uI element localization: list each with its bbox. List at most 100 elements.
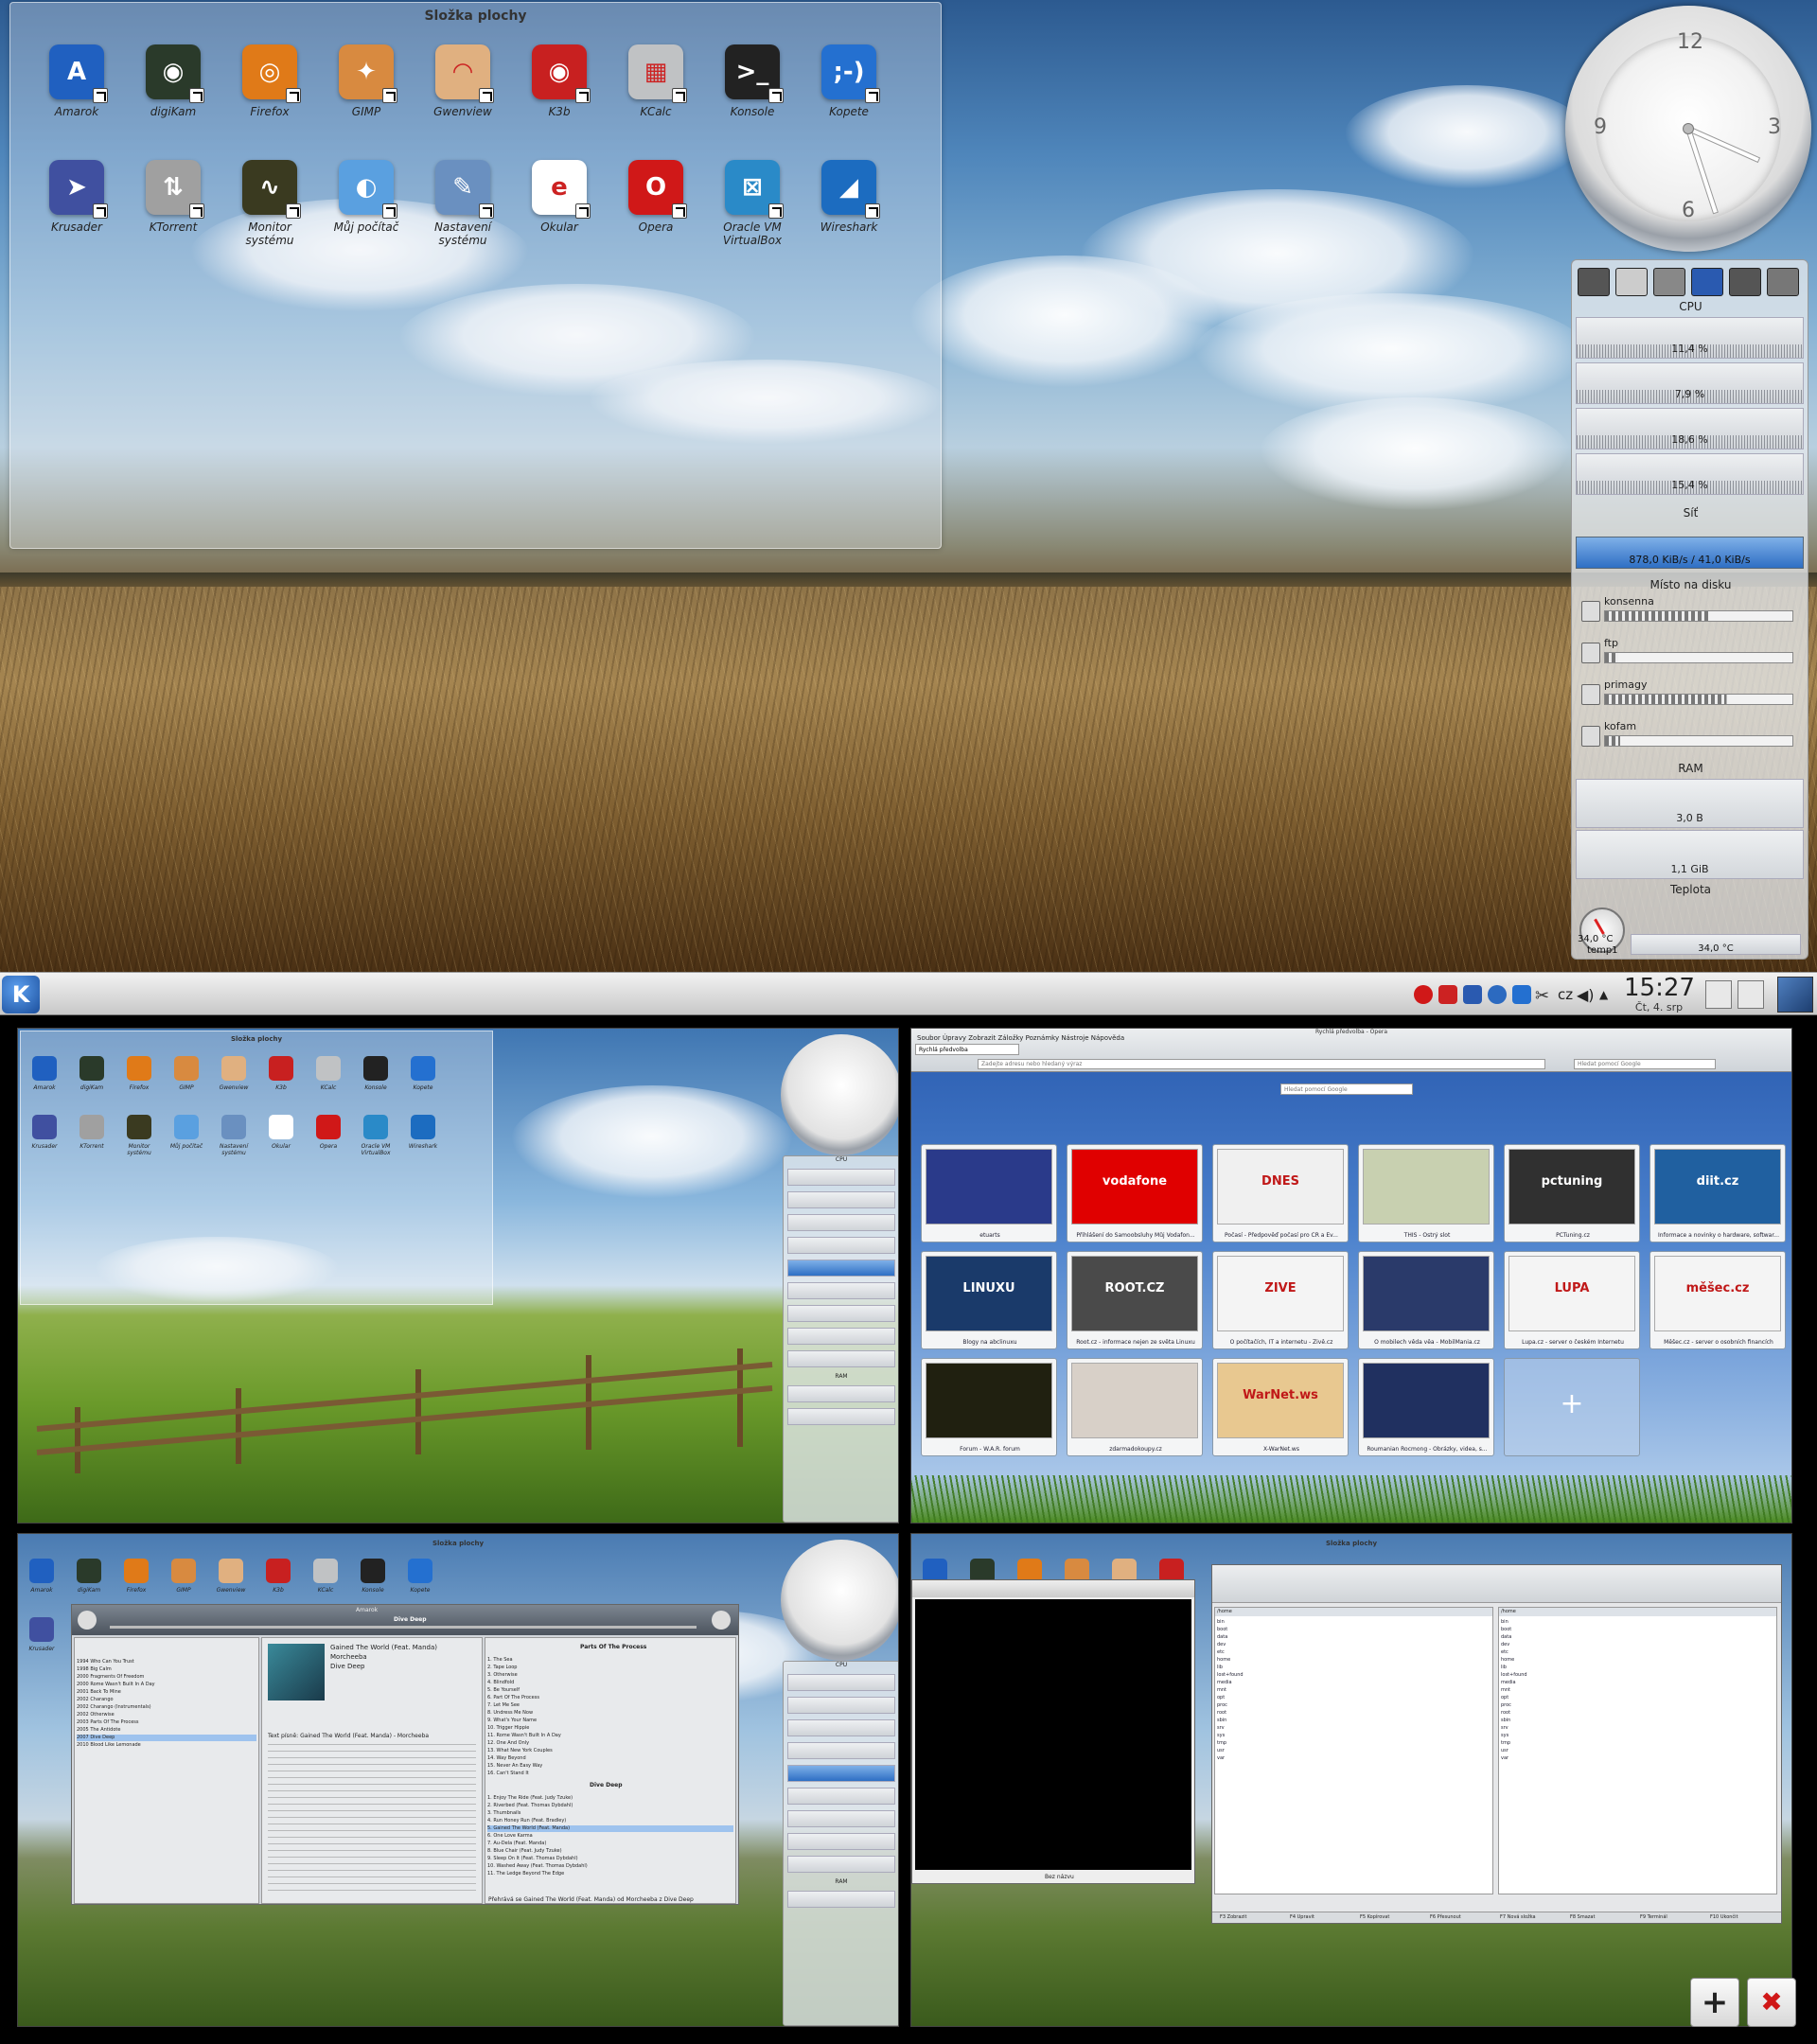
collection-album-row[interactable]: 1994 Who Can You Trust	[77, 1659, 256, 1665]
speed-dial-tile[interactable]: pctuning PCTuning.cz	[1504, 1144, 1640, 1242]
file-row[interactable]: etc	[1501, 1649, 1508, 1656]
file-row[interactable]: sbin	[1217, 1718, 1226, 1724]
krusader-desktop-preview[interactable]: Složka plochy AmarokdigiKamFirefoxGIMPGw…	[910, 1533, 1792, 2027]
playlist-track-row[interactable]: 6. One Love Karma	[487, 1833, 733, 1840]
kde-launcher-button[interactable]: K	[2, 976, 40, 1013]
file-row[interactable]: lib	[1501, 1665, 1507, 1671]
speed-dial-tile[interactable]: Forum - W.A.R. forum	[921, 1358, 1057, 1456]
file-row[interactable]: tmp	[1217, 1740, 1226, 1747]
collection-album-row[interactable]: 2000 Rome Wasn't Built In A Day	[77, 1682, 256, 1688]
opera-tray-icon[interactable]	[1414, 985, 1433, 1004]
collection-album-row[interactable]: 2000 Fragments Of Freedom	[77, 1674, 256, 1681]
collection-album-row[interactable]: 1998 Big Calm	[77, 1666, 256, 1673]
desktop-icon-m-j-po-ta-[interactable]: ◐ Můj počítač	[323, 160, 410, 234]
playlist-track-row[interactable]: 7. Let Me See	[487, 1702, 733, 1709]
volume-icon[interactable]: ◀)	[1577, 986, 1595, 1004]
playlist-track-row[interactable]: 3. Otherwise	[487, 1672, 733, 1679]
desktop-icon-firefox[interactable]: ◎ Firefox	[226, 44, 313, 118]
sm-tab-device-icon[interactable]	[1615, 268, 1648, 296]
file-row[interactable]: tmp	[1501, 1740, 1510, 1747]
file-row[interactable]: boot	[1217, 1627, 1227, 1633]
speed-dial-tile[interactable]: zdarmadokoupy.cz	[1067, 1358, 1203, 1456]
file-row[interactable]: srv	[1217, 1725, 1225, 1732]
speed-dial-add-tile[interactable]: +	[1504, 1358, 1640, 1456]
file-row[interactable]: media	[1217, 1680, 1232, 1686]
file-row[interactable]: bin	[1501, 1619, 1508, 1626]
file-row[interactable]: proc	[1217, 1702, 1227, 1709]
desktop-folder-view[interactable]: Složka plochy A Amarok ◉ digiKam ◎ Firefox ✦ GI…	[9, 2, 942, 549]
file-row[interactable]: root	[1501, 1710, 1510, 1717]
desktop[interactable]: Složka plochy A Amarok ◉ digiKam ◎ Firefox ✦ GI…	[0, 0, 1817, 972]
speed-dial-tile[interactable]: vodafone Přihlášení do Samoobsluhy Můj Vo…	[1067, 1144, 1203, 1242]
collection-album-row[interactable]: 2002 Otherwise	[77, 1712, 256, 1718]
playlist-track-row[interactable]: 9. What's Your Name	[487, 1718, 733, 1724]
desktop-icon-kopete[interactable]: ;-) Kopete	[805, 44, 892, 118]
krusader-left-pane[interactable]: /home bin boot data dev etc home lib lost+found…	[1214, 1607, 1493, 1894]
add-desktop-button[interactable]: +	[1690, 1978, 1739, 2027]
collection-album-row[interactable]: 2003 Parts Of The Process	[77, 1719, 256, 1726]
speed-dial-tile[interactable]: THIS - Ostrý slot	[1358, 1144, 1494, 1242]
file-row[interactable]: lost+found	[1217, 1672, 1244, 1679]
speed-dial-tile[interactable]: WarNet.ws X-WarNet.ws	[1212, 1358, 1349, 1456]
konsole-terminal-screen[interactable]	[915, 1599, 1191, 1870]
sm-tab-network-icon[interactable]	[1653, 268, 1685, 296]
speed-dial-search[interactable]: Hledat pomocí Google	[1280, 1084, 1413, 1095]
function-key-button[interactable]: F6 Přesunout	[1430, 1914, 1461, 1920]
file-row[interactable]: lost+found	[1501, 1672, 1527, 1679]
krusader-tray-icon[interactable]	[1463, 985, 1482, 1004]
file-row[interactable]: usr	[1217, 1748, 1225, 1754]
playlist-track-row[interactable]: 6. Part Of The Process	[487, 1695, 733, 1701]
desktop-icon-monitor-syst-mu[interactable]: ∿ Monitor systému	[226, 160, 313, 247]
playlist-track-row[interactable]: 4. Blindfold	[487, 1680, 733, 1686]
kopete-tray-icon[interactable]	[1512, 985, 1531, 1004]
sm-tab-terminal-icon[interactable]	[1729, 268, 1761, 296]
file-row[interactable]: bin	[1217, 1619, 1225, 1626]
pager-desktop-2[interactable]	[1738, 980, 1764, 1009]
sm-tab-chip-icon[interactable]	[1767, 268, 1799, 296]
amarok-desktop-preview[interactable]: Složka plochy Amarok digiKam Firefox GIMP Gw…	[17, 1533, 899, 2027]
desktop-icon-ktorrent[interactable]: ⇅ KTorrent	[130, 160, 217, 234]
speed-dial-tile[interactable]: ROOT.CZ Root.cz - informace nejen ze svět…	[1067, 1251, 1203, 1349]
file-row[interactable]: sys	[1217, 1733, 1225, 1739]
file-row[interactable]: mnt	[1501, 1687, 1510, 1694]
desktop-icon-nastaven-syst-mu[interactable]: ✎ Nastavení systému	[419, 160, 506, 247]
desktop-icon-digikam[interactable]: ◉ digiKam	[130, 44, 217, 118]
speed-dial-tile[interactable]: O mobilech věda věa - MobilMania.cz	[1358, 1251, 1494, 1349]
file-row[interactable]: dev	[1217, 1642, 1226, 1648]
playlist-track-row[interactable]: 2. Tape Loop	[487, 1665, 733, 1671]
file-row[interactable]: proc	[1501, 1702, 1511, 1709]
keyboard-layout-indicator[interactable]: cz	[1558, 986, 1573, 1003]
progress-slider[interactable]	[110, 1626, 697, 1629]
playlist-track-row[interactable]: 11. Rome Wasn't Built In A Day	[487, 1733, 733, 1739]
file-row[interactable]: media	[1501, 1680, 1516, 1686]
playlist-track-row[interactable]: 7. Au-Dela (Feat. Manda)	[487, 1841, 733, 1847]
collection-album-row[interactable]: 2002 Charango	[77, 1697, 256, 1703]
krusader-right-pane[interactable]: /home bin boot data dev etc home lib lost+found…	[1498, 1607, 1777, 1894]
opera-menubar[interactable]: Soubor Úpravy Zobrazit Záložky Poznámky …	[917, 1034, 1124, 1042]
playlist-track-row[interactable]: 14. Way Beyond	[487, 1755, 733, 1762]
file-row[interactable]: dev	[1501, 1642, 1509, 1648]
playlist-track-row[interactable]: 10. Washed Away (Feat. Thomas Dybdahl)	[487, 1863, 733, 1870]
network-tray-icon[interactable]	[1488, 985, 1507, 1004]
playlist-track-row[interactable]: 15. Never An Easy Way	[487, 1763, 733, 1770]
file-row[interactable]: usr	[1501, 1748, 1508, 1754]
playlist-track-row[interactable]: 8. Undress Me Now	[487, 1710, 733, 1717]
function-key-button[interactable]: F7 Nová složka	[1500, 1914, 1536, 1920]
digital-clock[interactable]: 15:27 Čt, 4. srp	[1624, 975, 1695, 1013]
krusader-window[interactable]: /home bin boot data dev etc home lib lost+found…	[1211, 1564, 1782, 1924]
speed-dial-tile[interactable]: LINUXU Blogy na abclinuxu	[921, 1251, 1057, 1349]
playlist-track-row[interactable]: 1. The Sea	[487, 1657, 733, 1664]
function-key-button[interactable]: F3 Zobrazit	[1220, 1914, 1246, 1920]
desktop-icon-okular[interactable]: e Okular	[516, 160, 603, 234]
file-row[interactable]: etc	[1217, 1649, 1225, 1656]
klipper-scissors-icon[interactable]: ✂	[1535, 986, 1549, 1006]
file-row[interactable]: srv	[1501, 1725, 1508, 1732]
konsole-tab[interactable]: Bez názvu	[1045, 1874, 1074, 1880]
file-row[interactable]: opt	[1217, 1695, 1225, 1701]
file-row[interactable]: var	[1217, 1755, 1225, 1762]
function-key-button[interactable]: F9 Terminál	[1640, 1914, 1667, 1920]
desktop-icon-oracle-vm-virtualbox[interactable]: ⊠ Oracle VM VirtualBox	[709, 160, 796, 247]
opera-tab-speed-dial[interactable]: Rychlá předvolba	[915, 1044, 1019, 1055]
amarok-window[interactable]: Amarok Dive Deep 1994 Who Can You Trust 1…	[71, 1604, 739, 1905]
playlist-track-row[interactable]: 11. The Ledge Beyond The Edge	[487, 1871, 733, 1877]
